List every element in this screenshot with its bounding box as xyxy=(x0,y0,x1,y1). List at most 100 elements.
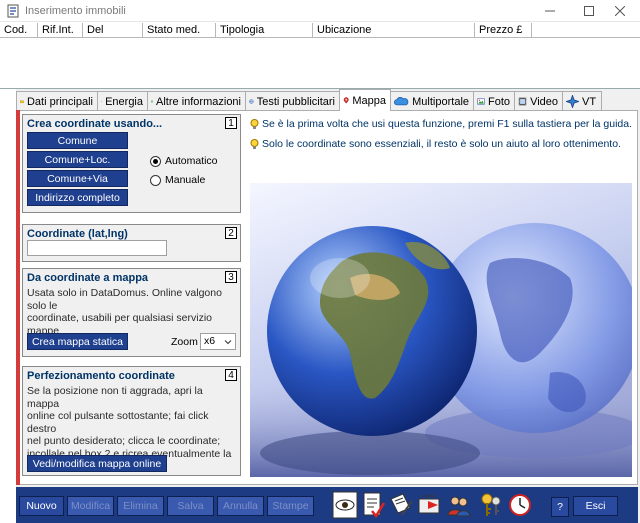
map-pin-icon xyxy=(343,97,349,104)
tab-multiportale[interactable]: Multiportale xyxy=(390,91,474,111)
document-check-icon[interactable] xyxy=(360,491,386,519)
column-header-stato-med[interactable]: Stato med. xyxy=(143,23,216,38)
tab-altre-informazioni[interactable]: Altre informazioni xyxy=(147,91,246,111)
comune-via-button[interactable]: Comune+Via xyxy=(27,170,128,187)
radio-automatico[interactable]: Automatico xyxy=(150,155,218,167)
box-number: 4 xyxy=(225,369,237,381)
text-line: Usata solo in DataDomus. Online valgono … xyxy=(27,287,222,312)
salva-button[interactable]: Salva xyxy=(167,496,214,516)
tab-label: Foto xyxy=(487,95,510,108)
users-icon[interactable] xyxy=(446,491,472,519)
column-header-del[interactable]: Del xyxy=(83,23,143,38)
tab-label: Mappa xyxy=(352,94,386,107)
text-line: online col pulsante sottostante; fai cli… xyxy=(27,410,209,435)
help-label: ? xyxy=(557,501,563,513)
plus-icon xyxy=(151,100,153,103)
maximize-icon xyxy=(584,6,594,16)
clock-icon[interactable] xyxy=(507,491,533,519)
export-documents-icon[interactable] xyxy=(416,491,442,519)
tab-label: VT xyxy=(582,95,597,108)
box-number: 3 xyxy=(225,271,237,283)
coordinates-input[interactable] xyxy=(27,240,167,256)
box-title: Crea coordinate usando... xyxy=(27,118,163,130)
comune-loc-button[interactable]: Comune+Loc. xyxy=(27,151,128,168)
accent-bar xyxy=(16,110,20,485)
tab-label: Multiportale xyxy=(412,95,469,108)
tab-label: Energia xyxy=(105,95,143,108)
keys-icon[interactable] xyxy=(478,491,504,519)
open-online-map-button[interactable]: Vedi/modifica mappa online xyxy=(27,455,167,472)
hint-text: Se è la prima volta che usi questa funzi… xyxy=(262,118,633,130)
help-button[interactable]: ? xyxy=(551,497,569,517)
radio-dot xyxy=(150,174,161,186)
tab-vt[interactable]: VT xyxy=(562,91,602,111)
window-title: Inserimento immobili xyxy=(25,5,126,17)
column-header-empty xyxy=(532,23,640,38)
properties-grid-header: Cod. Rif.Int. Del Stato med. Tipologia U… xyxy=(0,23,640,38)
properties-grid-body[interactable] xyxy=(0,38,640,89)
esci-button[interactable]: Esci xyxy=(573,496,618,516)
minimize-button[interactable] xyxy=(530,0,570,22)
map-image xyxy=(250,183,632,477)
box-number: 1 xyxy=(225,117,237,129)
radio-label: Manuale xyxy=(165,174,206,186)
radio-dot xyxy=(150,155,161,167)
indirizzo-completo-button[interactable]: Indirizzo completo xyxy=(27,189,128,206)
tab-dati-principali[interactable]: Dati principali xyxy=(16,91,98,111)
tab-label: Video xyxy=(530,95,558,108)
box-number: 2 xyxy=(225,227,237,239)
column-header-rif-int[interactable]: Rif.Int. xyxy=(38,23,83,38)
globe-illustration xyxy=(250,223,632,477)
compass-icon xyxy=(566,95,579,108)
column-header-prezzo[interactable]: Prezzo £ xyxy=(475,23,532,38)
hint-text: Solo le coordinate sono essenziali, il r… xyxy=(262,138,621,150)
edit-documents-icon[interactable] xyxy=(388,491,414,519)
eye-icon[interactable] xyxy=(332,491,358,519)
title-bar: Inserimento immobili xyxy=(0,0,640,22)
tab-mappa[interactable]: Mappa xyxy=(339,89,391,111)
zoom-value: x6 xyxy=(204,335,216,347)
tab-energia[interactable]: Energia xyxy=(97,91,148,111)
zoom-label: Zoom xyxy=(171,336,198,348)
lightbulb-icon xyxy=(250,118,259,129)
box-title: Da coordinate a mappa xyxy=(27,272,149,284)
hint-essential: Solo le coordinate sono essenziali, il r… xyxy=(250,138,621,150)
column-header-cod[interactable]: Cod. xyxy=(0,23,38,38)
minimize-icon xyxy=(545,10,555,12)
nuovo-button[interactable]: Nuovo xyxy=(19,496,64,516)
photo-icon xyxy=(477,98,485,105)
box-title: Coordinate (lat,lng) xyxy=(27,228,128,240)
zoom-select[interactable]: x6 xyxy=(200,333,236,350)
hint-help: Se è la prima volta che usi questa funzi… xyxy=(250,118,632,130)
tab-label: Altre informazioni xyxy=(156,95,241,108)
create-static-map-button[interactable]: Crea mappa statica xyxy=(27,333,128,350)
close-button[interactable] xyxy=(600,0,640,22)
text-line: nel punto desiderato; clicca le coordina… xyxy=(27,435,221,447)
film-icon xyxy=(518,97,527,106)
app-icon xyxy=(7,4,19,18)
tab-label: Dati principali xyxy=(26,95,93,108)
cloud-icon xyxy=(394,96,409,106)
column-header-tipologia[interactable]: Tipologia xyxy=(216,23,313,38)
elimina-button[interactable]: Elimina xyxy=(117,496,164,516)
close-icon xyxy=(615,6,625,16)
column-header-ubicazione[interactable]: Ubicazione xyxy=(313,23,475,38)
annulla-button[interactable]: Annulla xyxy=(217,496,264,516)
folder-icon xyxy=(20,100,24,104)
tab-foto[interactable]: Foto xyxy=(473,91,515,111)
globe-icon xyxy=(249,99,254,104)
radio-label: Automatico xyxy=(165,155,218,167)
tab-video[interactable]: Video xyxy=(514,91,563,111)
flame-icon xyxy=(101,100,102,102)
comune-button[interactable]: Comune xyxy=(27,132,128,149)
chevron-down-icon xyxy=(224,340,232,345)
tab-testi-pubblicitari[interactable]: Testi pubblicitari xyxy=(245,91,340,111)
tab-strip: Dati principali Energia Altre informazio… xyxy=(16,89,602,111)
lightbulb-icon xyxy=(250,138,259,149)
stampe-button[interactable]: Stampe xyxy=(267,496,314,516)
tab-label: Testi pubblicitari xyxy=(256,95,335,108)
box-title: Perfezionamento coordinate xyxy=(27,370,175,382)
radio-manuale[interactable]: Manuale xyxy=(150,174,205,186)
modifica-button[interactable]: Modifica xyxy=(67,496,114,516)
left-margin xyxy=(0,89,16,523)
